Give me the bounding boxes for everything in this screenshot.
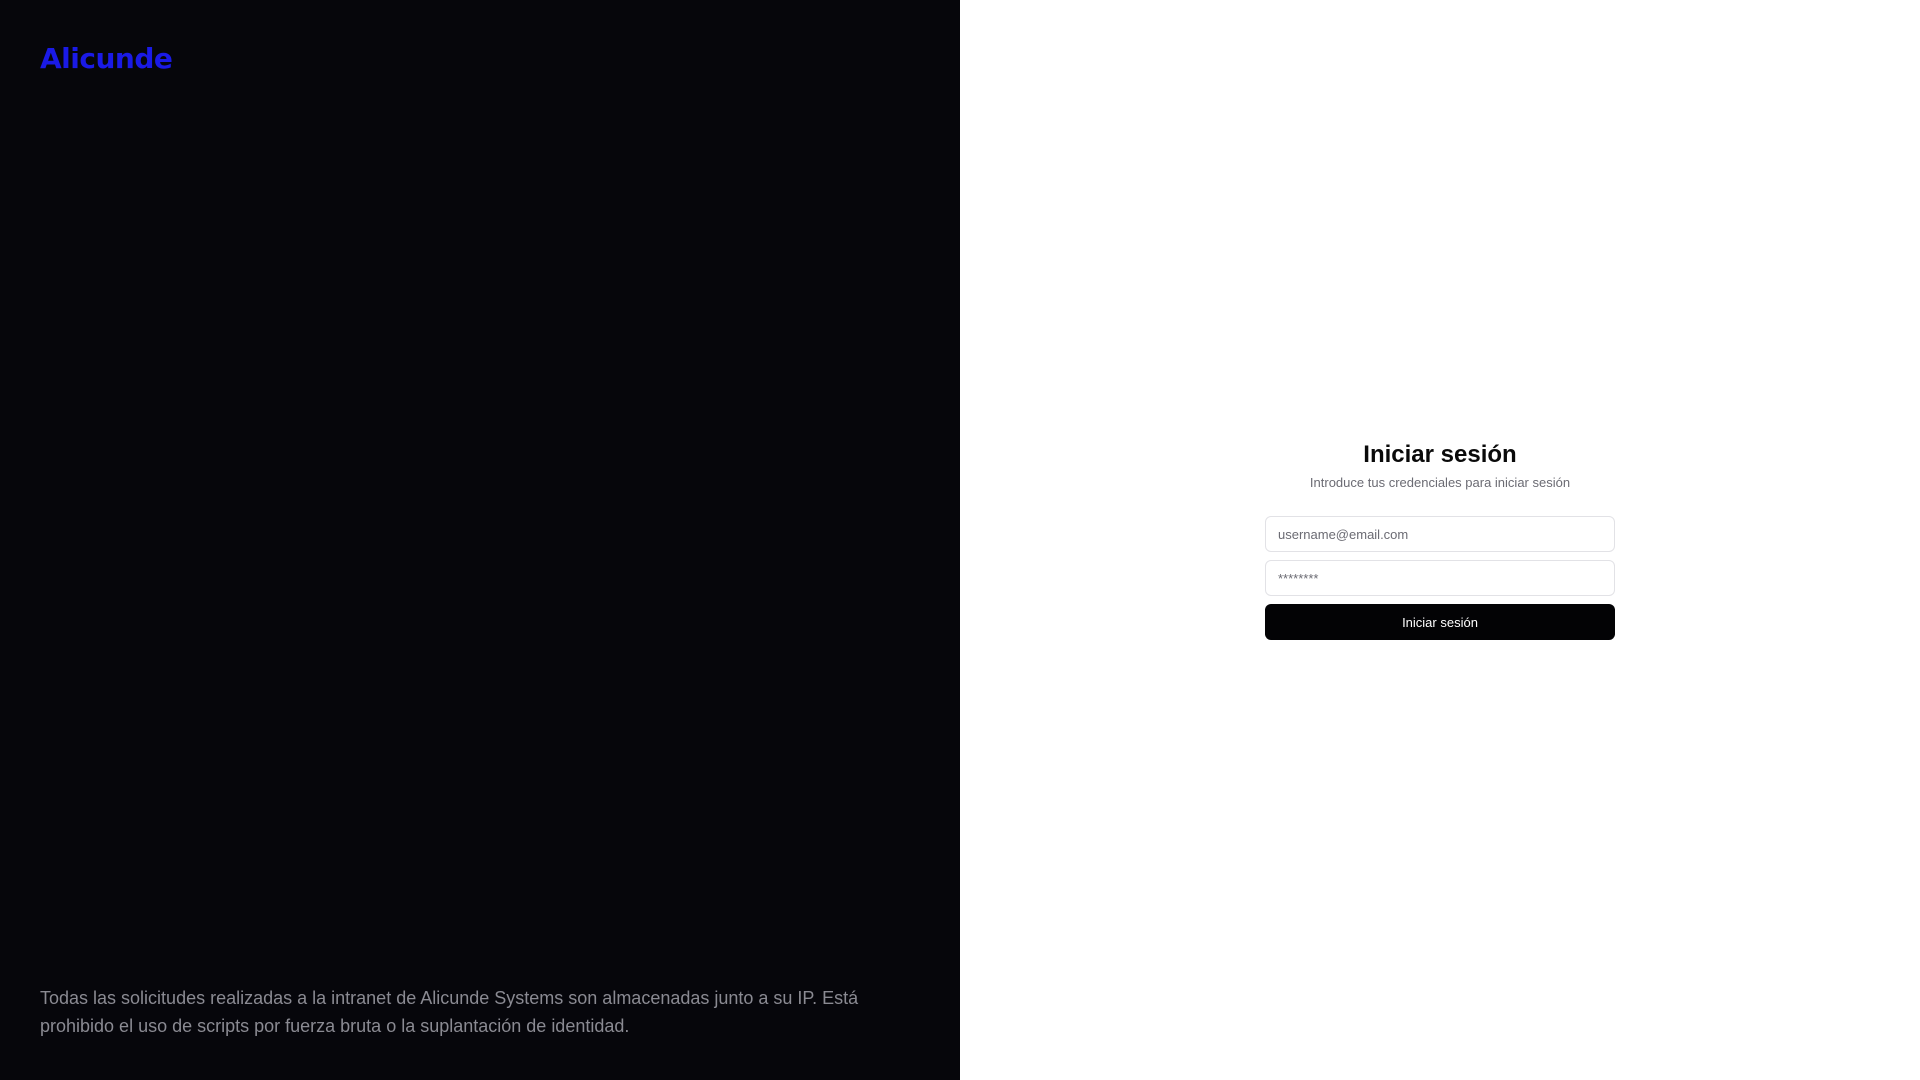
login-title: Iniciar sesión xyxy=(1363,441,1517,468)
login-page: Alicunde Todas las solicitudes realizada… xyxy=(0,0,1920,1080)
brand-logo: Alicunde xyxy=(40,42,173,75)
login-panel: Iniciar sesión Introduce tus credenciale… xyxy=(960,0,1920,1080)
login-button[interactable]: Iniciar sesión xyxy=(1265,604,1615,640)
brand-panel: Alicunde Todas las solicitudes realizada… xyxy=(0,0,960,1080)
password-field[interactable] xyxy=(1265,560,1615,596)
security-disclaimer: Todas las solicitudes realizadas a la in… xyxy=(40,988,859,1036)
login-subtitle: Introduce tus credenciales para iniciar … xyxy=(1309,475,1571,490)
login-form: Iniciar sesión Introduce tus credenciale… xyxy=(1265,440,1615,640)
email-field[interactable] xyxy=(1265,516,1615,552)
